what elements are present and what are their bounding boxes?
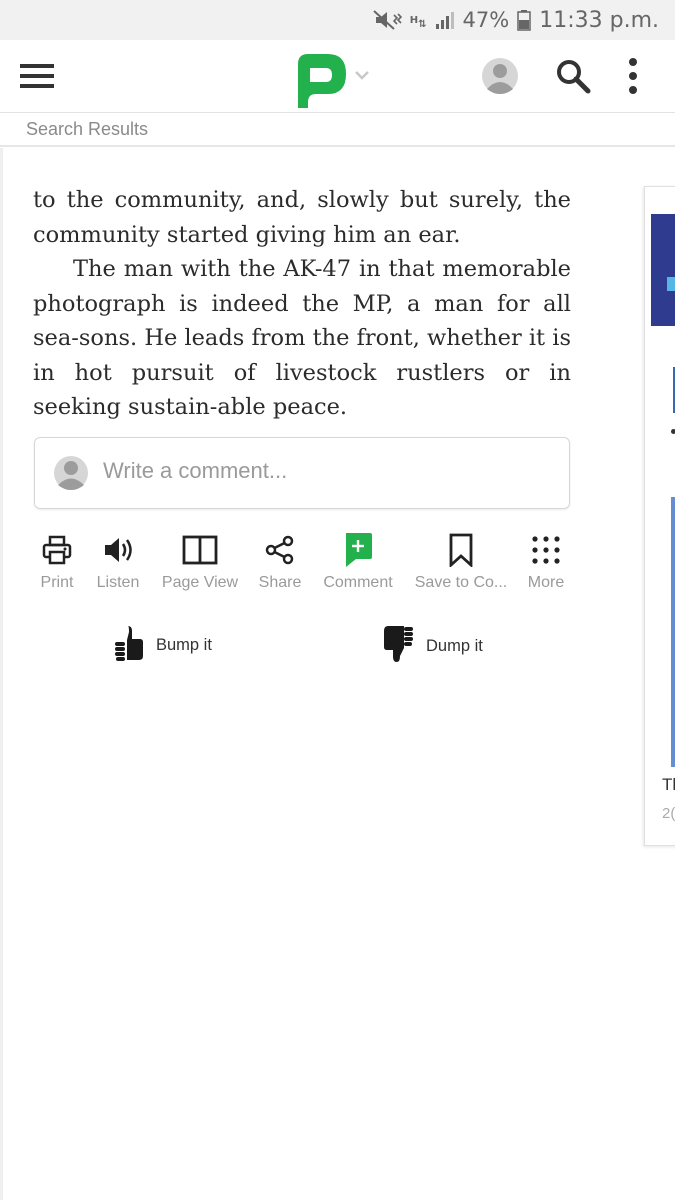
search-icon[interactable]	[555, 58, 591, 99]
comment-placeholder[interactable]: Write a comment...	[103, 458, 287, 484]
more-label: More	[527, 574, 565, 591]
more-button[interactable]: More	[524, 530, 568, 592]
print-button[interactable]: Print	[30, 530, 84, 592]
article-paragraph: The man with the AK-47 in that memorable…	[33, 256, 571, 420]
comment-plus-icon	[318, 530, 398, 570]
related-article-card[interactable]: Tl 2(	[644, 186, 675, 846]
card-thumbnail	[651, 214, 675, 326]
breadcrumb-label[interactable]: Search Results	[26, 119, 148, 140]
chevron-down-icon[interactable]	[354, 68, 370, 86]
article-toolbar: Print Listen Page View Share Comment Sav…	[0, 530, 600, 600]
dump-label: Dump it	[426, 637, 483, 655]
share-icon	[254, 530, 306, 570]
printer-icon	[30, 530, 84, 570]
dump-button[interactable]: Dump it	[384, 624, 483, 669]
card-image-strip	[671, 497, 675, 767]
article-paragraph: to the community, and, slowly but surely…	[33, 187, 571, 248]
book-icon	[158, 530, 242, 570]
breadcrumb[interactable]: Search Results	[0, 113, 675, 147]
comment-button[interactable]: Comment	[318, 530, 398, 592]
profile-avatar-icon[interactable]	[481, 57, 519, 95]
user-avatar-icon	[53, 455, 89, 496]
bump-label: Bump it	[156, 636, 212, 654]
p-logo-icon[interactable]	[294, 50, 350, 117]
battery-icon	[517, 9, 531, 31]
card-bullet	[671, 429, 675, 434]
save-label: Save to Co...	[414, 574, 508, 591]
mute-vibrate-icon	[370, 9, 402, 31]
battery-percent: 47%	[462, 8, 510, 32]
overflow-menu-icon[interactable]	[627, 56, 639, 101]
print-label: Print	[40, 574, 74, 591]
status-bar: H ⇅ 47% 11:33 p.m.	[0, 0, 675, 40]
signal-icon	[435, 10, 457, 30]
listen-button[interactable]: Listen	[90, 530, 146, 592]
page-edge	[0, 148, 3, 1200]
page-view-button[interactable]: Page View	[158, 530, 242, 592]
grid-dots-icon	[524, 530, 568, 570]
network-type-indicator: H ⇅	[409, 14, 427, 30]
article-body: to the community, and, slowly but surely…	[33, 183, 571, 425]
card-thumbnail-detail	[667, 277, 675, 291]
thumbs-up-icon	[114, 624, 144, 667]
listen-label: Listen	[96, 574, 140, 591]
share-button[interactable]: Share	[254, 530, 306, 592]
hamburger-icon[interactable]	[20, 62, 54, 95]
save-to-collection-button[interactable]: Save to Co...	[410, 530, 512, 592]
page-view-label: Page View	[161, 574, 239, 591]
thumbs-down-icon	[384, 624, 414, 669]
speaker-icon	[90, 530, 146, 570]
clock: 11:33 p.m.	[539, 7, 659, 33]
share-label: Share	[258, 574, 302, 591]
card-date: 2(	[662, 805, 675, 822]
bookmark-icon	[410, 530, 512, 570]
bump-button[interactable]: Bump it	[114, 624, 212, 667]
app-bar	[0, 40, 675, 113]
comment-input[interactable]: Write a comment...	[34, 437, 570, 509]
comment-label: Comment	[323, 574, 393, 591]
card-title: Tl	[662, 775, 675, 794]
